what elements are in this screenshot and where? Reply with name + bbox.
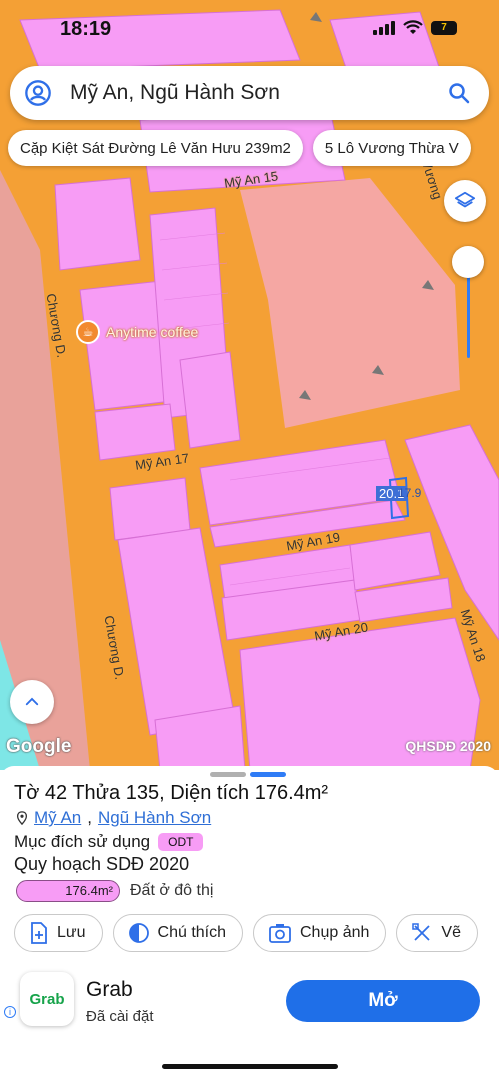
layers-button[interactable] [444,180,486,222]
plan-title: Quy hoạch SDĐ 2020 [14,854,190,874]
location-separator: , [87,808,92,827]
plot-dimension-label: 17.9 [398,486,422,500]
location-pin-icon [16,811,28,825]
ad-info-icon[interactable]: i [4,1006,16,1018]
draw-button[interactable]: Vẽ [396,914,478,952]
suggestion-chips: Cặp Kiệt Sát Đường Lê Văn Hưu 239m2 5 Lô… [8,130,471,166]
search-bar[interactable]: Mỹ An, Ngũ Hành Sơn [10,66,489,120]
google-logo: Google [6,736,72,757]
cellular-signal-icon [373,20,395,35]
parcel-title: Tờ 42 Thửa 135, Diện tích 176.4m² [14,782,329,804]
ad-app-status: Đã cài đặt [86,1008,154,1025]
wifi-icon [403,20,423,34]
poi-anytime-coffee[interactable]: ☕ Anytime coffee [76,320,198,344]
suggestion-chip[interactable]: 5 Lô Vương Thừa V [312,130,471,166]
photo-button[interactable]: Chụp ảnh [253,914,387,952]
poi-label: Anytime coffee [106,324,199,340]
parcel-location: Mỹ An, Ngũ Hành Sơn [16,808,211,828]
status-bar: 18:19 7 [0,0,499,56]
account-icon[interactable] [24,79,52,107]
legend-swatch: 176.4m² [16,880,120,902]
land-use-purpose: Mục đích sử dụng ODT [14,832,204,852]
handle-segment [210,772,246,777]
camera-icon [269,924,291,943]
map-attribution: QHSDĐ 2020 [405,738,491,754]
district-link[interactable]: Ngũ Hành Sơn [98,808,211,828]
legend-button-label: Chú thích [157,924,226,941]
ward-link[interactable]: Mỹ An [34,808,81,828]
action-row: Lưu Chú thích Chụp ảnh Vẽ [14,914,478,952]
plan-legend: 176.4m² Đất ở đô thị [16,880,213,902]
layers-icon [454,191,476,208]
legend-button[interactable]: Chú thích [112,914,243,952]
parcel-info-sheet: Tờ 42 Thửa 135, Diện tích 176.4m² Mỹ An,… [0,766,499,1080]
ad-app-name: Grab [86,978,133,1001]
grab-logo: Grab [20,972,74,1026]
handle-segment-active [250,772,286,777]
contrast-icon [128,923,149,943]
purpose-label: Mục đích sử dụng [14,832,151,851]
expand-up-button[interactable] [10,680,54,724]
search-text[interactable]: Mỹ An, Ngũ Hành Sơn [70,81,447,105]
save-icon [31,922,47,944]
save-button[interactable]: Lưu [14,914,103,952]
battery-icon: 7 [431,20,457,35]
draw-tools-icon [412,923,431,941]
legend-label: Đất ở đô thị [130,882,214,899]
home-indicator[interactable] [162,1064,338,1069]
sheet-handle[interactable] [210,772,286,777]
status-time: 18:19 [60,18,112,40]
opacity-slider-handle[interactable] [452,246,484,278]
open-app-button[interactable]: Mở [286,980,480,1022]
photo-label: Chụp ảnh [300,924,370,941]
draw-label: Vẽ [441,924,461,941]
coffee-icon: ☕ [76,320,100,344]
search-icon[interactable] [447,81,471,105]
save-label: Lưu [57,924,86,941]
suggestion-chip[interactable]: Cặp Kiệt Sát Đường Lê Văn Hưu 239m2 [8,130,303,166]
chevron-up-icon [25,697,39,706]
purpose-code-badge: ODT [158,833,204,851]
app-ad-banner[interactable]: i Grab Grab Đã cài đặt Mở [0,966,499,1042]
